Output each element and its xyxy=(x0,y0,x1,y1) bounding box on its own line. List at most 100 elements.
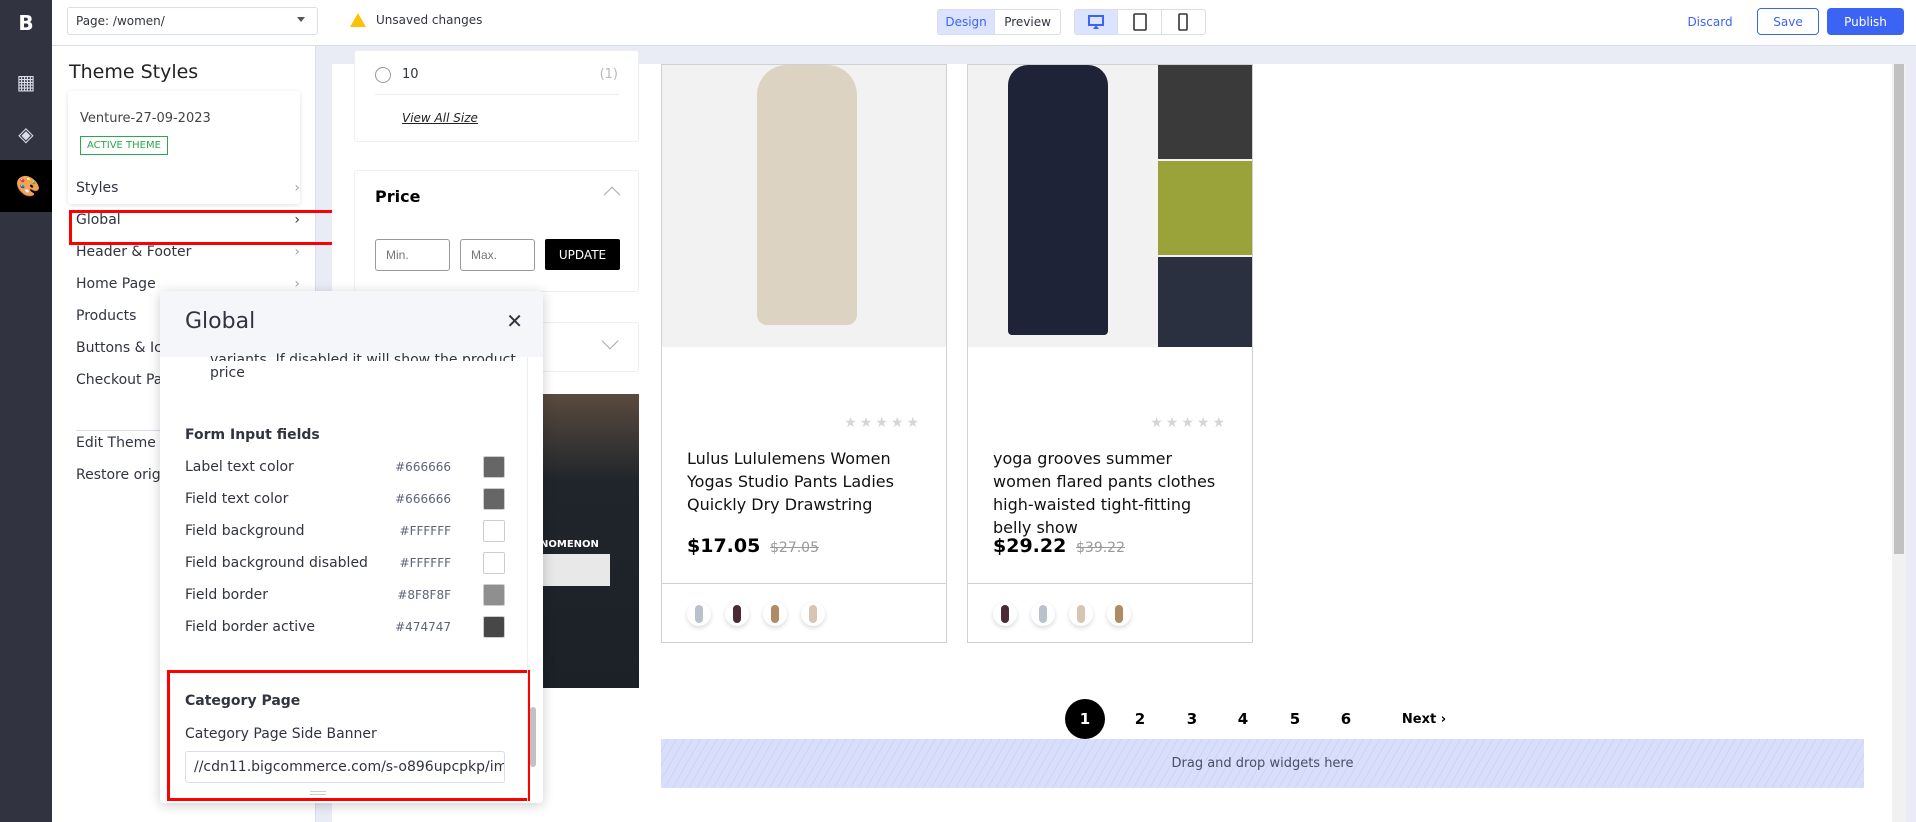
page-select[interactable]: Page: /women/ xyxy=(67,7,318,35)
view-all-size-link[interactable]: View All Size xyxy=(402,111,478,125)
chevron-up-icon[interactable] xyxy=(603,186,621,204)
page-2[interactable]: 2 xyxy=(1120,699,1160,739)
product-image[interactable] xyxy=(968,65,1252,347)
field-label: Field background disabled xyxy=(185,555,368,571)
color-swatch[interactable] xyxy=(483,456,505,478)
mobile-icon[interactable] xyxy=(1162,10,1205,34)
banner-text: NOMENON xyxy=(540,539,599,550)
color-swatch[interactable] xyxy=(483,584,505,606)
hex-value: #666666 xyxy=(395,460,451,474)
page-3[interactable]: 3 xyxy=(1172,699,1212,739)
tablet-icon[interactable] xyxy=(1118,10,1162,34)
bigcommerce-logo[interactable]: B xyxy=(0,0,52,46)
field-label: Field background xyxy=(185,523,305,539)
product-price: $17.05 xyxy=(687,535,761,557)
page-6[interactable]: 6 xyxy=(1326,699,1366,739)
product-old-price: $39.22 xyxy=(1076,540,1125,556)
sidebar-item-label: Styles xyxy=(76,180,119,196)
swatch[interactable] xyxy=(801,602,825,626)
swatch[interactable] xyxy=(993,602,1017,626)
rating-stars: ★★★★★ xyxy=(844,415,922,431)
hex-value: #FFFFFF xyxy=(399,524,451,538)
min-price-input[interactable] xyxy=(375,239,450,271)
publish-button[interactable]: Publish xyxy=(1827,8,1904,35)
color-swatch[interactable] xyxy=(483,520,505,542)
side-banner-input[interactable]: //cdn11.bigcommerce.com/s-o896upcpkp/im xyxy=(185,751,505,783)
resize-handle-icon[interactable] xyxy=(310,791,326,795)
palette-icon[interactable]: 🎨 xyxy=(0,160,56,212)
field-label: Field border xyxy=(185,587,268,603)
divider xyxy=(375,94,619,95)
thumb xyxy=(1158,161,1252,255)
size-option-label: 10 xyxy=(402,67,419,82)
sidebar-item-styles[interactable]: Styles › xyxy=(76,180,300,196)
divider xyxy=(968,583,1252,584)
canvas-scrollbar[interactable] xyxy=(1892,64,1906,822)
page-select-value: Page: /women/ xyxy=(76,14,165,28)
swatch[interactable] xyxy=(725,602,749,626)
warning-icon xyxy=(350,13,366,27)
color-swatch[interactable] xyxy=(483,552,505,574)
caret-down-icon xyxy=(297,17,305,22)
page-5[interactable]: 5 xyxy=(1275,699,1315,739)
chevron-down-icon[interactable] xyxy=(601,332,619,350)
page-1[interactable]: 1 xyxy=(1065,699,1105,739)
color-field-border[interactable]: Field border #8F8F8F xyxy=(185,584,505,606)
product-title[interactable]: Lulus Lululemens Women Yogas Studio Pant… xyxy=(687,447,927,516)
next-page-link[interactable]: Next › xyxy=(1398,699,1450,739)
widgets-icon[interactable]: ▦ xyxy=(0,56,52,108)
color-swatch[interactable] xyxy=(483,488,505,510)
widget-dropzone[interactable]: Drag and drop widgets here xyxy=(661,739,1864,788)
sidebar-item-home-page[interactable]: Home Page › xyxy=(76,276,300,292)
panel-scrollbar[interactable] xyxy=(527,357,539,803)
panel-title: Global xyxy=(185,309,256,334)
design-tab[interactable]: Design xyxy=(938,10,996,34)
color-field-field-text[interactable]: Field text color #666666 xyxy=(185,488,505,510)
sidebar-item-header-footer[interactable]: Header & Footer › xyxy=(76,244,300,260)
product-card[interactable]: ★★★★★ Lulus Lululemens Women Yogas Studi… xyxy=(661,64,947,643)
pants-shape xyxy=(1008,65,1108,335)
page-4[interactable]: 4 xyxy=(1223,699,1263,739)
size-filter: 10 (1) View All Size xyxy=(354,50,639,142)
hex-value: #8F8F8F xyxy=(397,588,451,602)
field-label: Field text color xyxy=(185,491,289,507)
chevron-right-icon: › xyxy=(294,244,300,260)
discard-button[interactable]: Discard xyxy=(1680,8,1740,35)
side-banner-label: Category Page Side Banner xyxy=(185,726,377,742)
color-field-background-disabled[interactable]: Field background disabled #FFFFFF xyxy=(185,552,505,574)
color-field-background[interactable]: Field background #FFFFFF xyxy=(185,520,505,542)
max-price-input[interactable] xyxy=(460,239,535,271)
sidebar-item-label: Home Page xyxy=(76,276,156,292)
save-button[interactable]: Save xyxy=(1757,8,1819,35)
swatch[interactable] xyxy=(763,602,787,626)
color-field-label-text[interactable]: Label text color #666666 xyxy=(185,456,505,478)
swatch[interactable] xyxy=(687,602,711,626)
swatch[interactable] xyxy=(1069,602,1093,626)
preview-tab[interactable]: Preview xyxy=(995,10,1060,34)
theme-name: Venture-27-09-2023 xyxy=(80,111,211,126)
update-button[interactable]: UPDATE xyxy=(545,239,620,270)
product-title[interactable]: yoga grooves summer women flared pants c… xyxy=(993,447,1233,539)
price-filter: Price UPDATE xyxy=(354,170,639,292)
close-icon[interactable]: ✕ xyxy=(506,309,523,333)
product-price: $29.22 xyxy=(993,535,1067,557)
price-title: Price xyxy=(375,187,421,206)
product-image[interactable] xyxy=(662,65,946,347)
swatch[interactable] xyxy=(1031,602,1055,626)
next-label: Next xyxy=(1401,711,1437,727)
size-radio[interactable] xyxy=(375,67,391,83)
color-field-border-active[interactable]: Field border active #474747 xyxy=(185,616,505,638)
field-label: Label text color xyxy=(185,459,294,475)
banner-stripe xyxy=(540,554,610,586)
color-swatch[interactable] xyxy=(483,616,505,638)
category-section-title: Category Page xyxy=(185,693,301,709)
desktop-icon[interactable] xyxy=(1075,10,1119,34)
chevron-right-icon: › xyxy=(294,276,300,292)
highlight-box xyxy=(69,210,356,245)
device-toggle xyxy=(1074,9,1206,35)
global-panel: Global ✕ variants. If disabled it will s… xyxy=(160,291,543,803)
thumb xyxy=(1158,65,1252,159)
swatch[interactable] xyxy=(1107,602,1131,626)
product-card[interactable]: ★★★★★ yoga grooves summer women flared p… xyxy=(967,64,1253,643)
layers-icon[interactable]: ◈ xyxy=(0,108,52,160)
